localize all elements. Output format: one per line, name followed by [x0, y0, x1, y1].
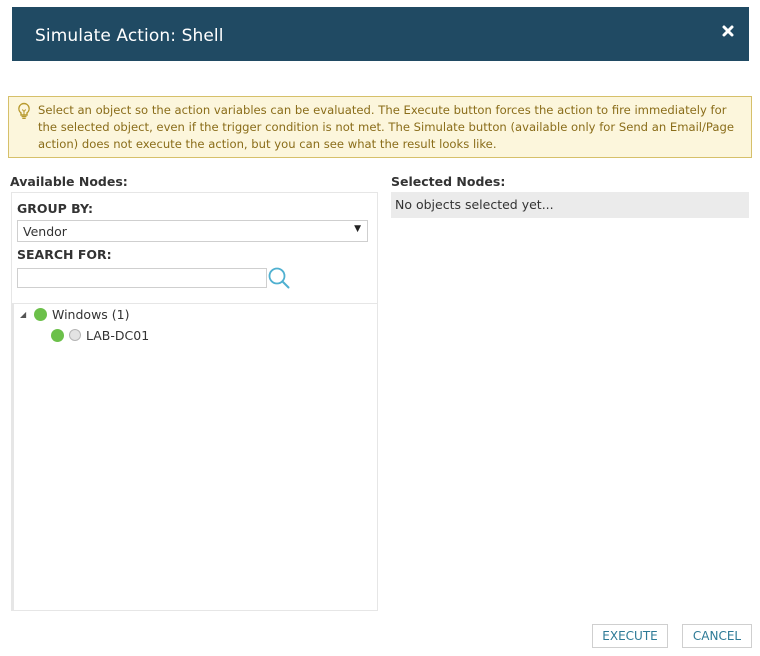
search-icon[interactable] — [267, 266, 291, 290]
dialog-titlebar: Simulate Action: Shell — [12, 7, 749, 61]
execute-button[interactable]: EXECUTE — [592, 624, 668, 648]
group-by-value: Vendor — [23, 224, 67, 239]
status-up-icon — [34, 307, 47, 321]
close-icon[interactable] — [721, 24, 735, 38]
tree-node-lab-dc01[interactable]: LAB-DC01 — [51, 326, 149, 344]
group-by-label: GROUP BY: — [17, 201, 93, 216]
node-tree: ◢ Windows (1) LAB-DC01 — [12, 303, 377, 610]
lightbulb-icon — [18, 102, 30, 119]
dropdown-arrow-icon: ▼ — [354, 224, 361, 234]
selected-nodes-label: Selected Nodes: — [391, 174, 506, 189]
available-nodes-label: Available Nodes: — [10, 174, 128, 189]
tree-group-label: Windows (1) — [52, 306, 130, 322]
search-input[interactable] — [17, 268, 267, 288]
selected-nodes-list: No objects selected yet... — [391, 192, 749, 218]
collapse-triangle-icon[interactable]: ◢ — [20, 310, 30, 319]
dialog-title: Simulate Action: Shell — [35, 26, 224, 46]
cancel-button[interactable]: CANCEL — [682, 624, 752, 648]
info-banner: Select an object so the action variables… — [8, 96, 752, 158]
node-select-radio[interactable] — [69, 329, 81, 341]
selected-empty-text: No objects selected yet... — [395, 197, 554, 212]
tree-node-label: LAB-DC01 — [86, 327, 150, 343]
info-banner-text: Select an object so the action variables… — [38, 103, 735, 151]
search-for-label: SEARCH FOR: — [17, 247, 112, 262]
status-up-icon — [51, 328, 64, 342]
group-by-select[interactable]: Vendor ▼ — [17, 220, 368, 242]
tree-group-windows[interactable]: ◢ Windows (1) — [20, 305, 129, 323]
